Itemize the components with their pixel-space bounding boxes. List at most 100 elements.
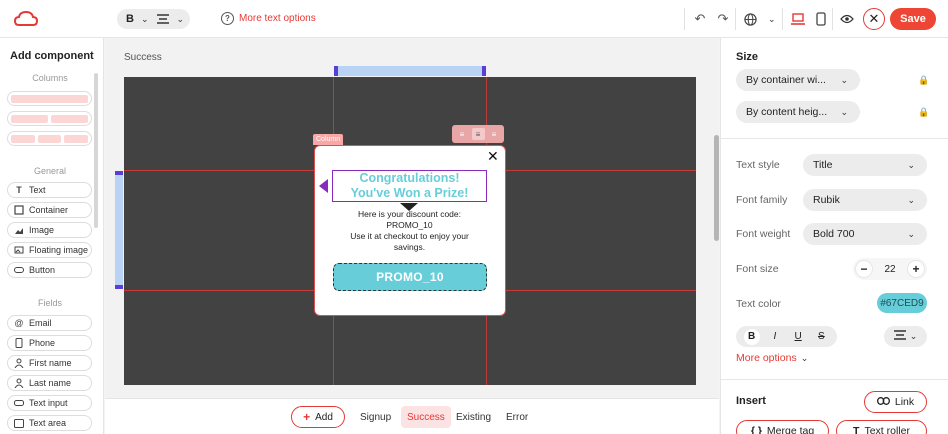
field-label: Last name bbox=[29, 378, 72, 388]
insert-text-roller-button[interactable]: T Text roller bbox=[836, 420, 927, 434]
bold-toggle[interactable]: B bbox=[123, 13, 137, 25]
component-container[interactable]: Container bbox=[7, 202, 92, 218]
square-icon bbox=[14, 205, 24, 215]
three-column-layout[interactable] bbox=[7, 131, 92, 146]
merge-tag-label: Merge tag bbox=[766, 425, 815, 434]
lock-icon[interactable]: 🔒 bbox=[918, 75, 929, 86]
bold-button[interactable]: B bbox=[743, 328, 760, 345]
field-first-name[interactable]: First name bbox=[7, 355, 92, 371]
save-button[interactable]: Save bbox=[890, 8, 936, 30]
insert-link-button[interactable]: Link bbox=[864, 391, 927, 413]
eye-icon[interactable] bbox=[837, 9, 857, 29]
canvas-scrollbar[interactable] bbox=[714, 135, 719, 241]
button-pill-icon bbox=[14, 265, 24, 275]
mobile-icon[interactable] bbox=[811, 9, 831, 29]
field-last-name[interactable]: Last name bbox=[7, 375, 92, 391]
preview-group bbox=[837, 0, 857, 38]
undo-icon[interactable]: ↶ bbox=[690, 9, 710, 29]
text-color-swatch[interactable]: #67CED9 bbox=[877, 293, 927, 313]
component-floating-image[interactable]: Floating image bbox=[7, 242, 92, 258]
popup-body-text[interactable]: Here is your discount code: PROMO_10 Use… bbox=[332, 209, 487, 253]
component-image[interactable]: Image bbox=[7, 222, 92, 238]
align-center-icon[interactable] bbox=[153, 14, 173, 24]
width-mode-select[interactable]: By container wi... ⌄ bbox=[736, 69, 860, 91]
text-area-icon bbox=[14, 418, 24, 428]
more-options-label: More options bbox=[736, 352, 797, 364]
field-label: First name bbox=[29, 358, 72, 368]
strikethrough-button[interactable]: S bbox=[813, 329, 829, 345]
step-existing[interactable]: Existing bbox=[456, 406, 491, 428]
text-style-value: Title bbox=[813, 159, 833, 171]
selection-handle[interactable] bbox=[319, 179, 328, 193]
body-line: Use it at checkout to enjoy your bbox=[350, 231, 469, 241]
question-icon: ? bbox=[221, 12, 234, 25]
more-options-link[interactable]: More options ⌄ bbox=[736, 352, 808, 364]
add-label: Add bbox=[315, 411, 333, 423]
text-align-select[interactable]: ⌄ bbox=[884, 326, 927, 347]
component-label: Floating image bbox=[29, 245, 89, 255]
align-center-icon bbox=[893, 330, 906, 343]
component-label: Text bbox=[29, 185, 46, 195]
component-text[interactable]: T Text bbox=[7, 182, 92, 198]
width-resize-handle[interactable] bbox=[334, 66, 486, 76]
component-button[interactable]: Button bbox=[7, 262, 92, 278]
more-text-options-link[interactable]: ? More text options bbox=[221, 12, 316, 25]
chevron-down-icon: ⌄ bbox=[907, 228, 915, 239]
braces-icon: { } bbox=[750, 425, 762, 434]
insert-title: Insert bbox=[736, 395, 766, 407]
lock-icon[interactable]: 🔒 bbox=[918, 107, 929, 118]
height-mode-select[interactable]: By content heig... ⌄ bbox=[736, 101, 860, 123]
component-label: Button bbox=[29, 265, 56, 275]
device-toggle bbox=[788, 0, 831, 38]
font-family-select[interactable]: Rubik ⌄ bbox=[803, 189, 927, 211]
plus-icon[interactable]: + bbox=[907, 260, 925, 278]
text-t-icon: T bbox=[16, 185, 22, 195]
left-panel-scrollbar[interactable] bbox=[94, 73, 98, 228]
popup-close-icon[interactable]: ✕ bbox=[487, 148, 499, 165]
font-size-value[interactable]: 22 bbox=[884, 264, 895, 275]
text-style-select[interactable]: Title ⌄ bbox=[803, 154, 927, 176]
step-error[interactable]: Error bbox=[506, 406, 528, 428]
italic-button[interactable]: I bbox=[767, 329, 783, 345]
one-column-layout[interactable] bbox=[7, 91, 92, 106]
insert-merge-tag-button[interactable]: { } Merge tag bbox=[736, 420, 829, 434]
text-roller-label: Text roller bbox=[864, 425, 910, 434]
chevron-down-icon[interactable]: ⌄ bbox=[141, 14, 149, 25]
align-left-icon[interactable]: ≡ bbox=[456, 128, 469, 140]
font-size-stepper: − 22 + bbox=[853, 258, 927, 280]
link-label: Link bbox=[894, 396, 915, 408]
minus-icon[interactable]: − bbox=[855, 260, 873, 278]
field-text-input[interactable]: Text input bbox=[7, 395, 92, 411]
size-title: Size bbox=[736, 51, 759, 63]
panel-title: Add component bbox=[10, 50, 94, 62]
underline-button[interactable]: U bbox=[790, 329, 806, 345]
promo-code-button[interactable]: PROMO_10 bbox=[333, 263, 487, 291]
field-phone[interactable]: Phone bbox=[7, 335, 92, 351]
field-text-area[interactable]: Text area bbox=[7, 415, 92, 431]
align-right-icon[interactable]: ≡ bbox=[488, 128, 501, 140]
align-center-icon[interactable]: ≡ bbox=[471, 128, 485, 140]
field-email[interactable]: @ Email bbox=[7, 315, 92, 331]
history-group: ↶ ↷ bbox=[690, 0, 733, 38]
font-weight-select[interactable]: Bold 700 ⌄ bbox=[803, 223, 927, 245]
language-selector[interactable]: ⌄ bbox=[740, 0, 776, 38]
font-family-label: Font family bbox=[736, 194, 788, 206]
chevron-down-icon[interactable]: ⌄ bbox=[177, 14, 185, 25]
top-toolbar: B ⌄ ⌄ ? More text options ↶ ↷ ⌄ ✕ Save bbox=[0, 0, 948, 38]
height-resize-handle[interactable] bbox=[115, 171, 123, 289]
add-step-button[interactable]: + Add bbox=[291, 406, 345, 428]
divider bbox=[721, 379, 948, 380]
format-group: B ⌄ ⌄ bbox=[117, 9, 191, 29]
body-line: Here is your discount code: bbox=[358, 209, 461, 219]
field-label: Email bbox=[29, 318, 52, 328]
step-signup[interactable]: Signup bbox=[360, 406, 391, 428]
redo-icon[interactable]: ↷ bbox=[713, 9, 733, 29]
two-column-layout[interactable] bbox=[7, 111, 92, 126]
close-editor-button[interactable]: ✕ bbox=[863, 8, 885, 30]
text-style-buttons: B I U S bbox=[736, 326, 837, 347]
alignment-toolbar: ≡ ≡ ≡ bbox=[452, 125, 504, 143]
step-success[interactable]: Success bbox=[401, 406, 451, 428]
divider bbox=[721, 138, 948, 139]
plus-icon: + bbox=[303, 410, 311, 424]
desktop-icon[interactable] bbox=[788, 9, 808, 29]
